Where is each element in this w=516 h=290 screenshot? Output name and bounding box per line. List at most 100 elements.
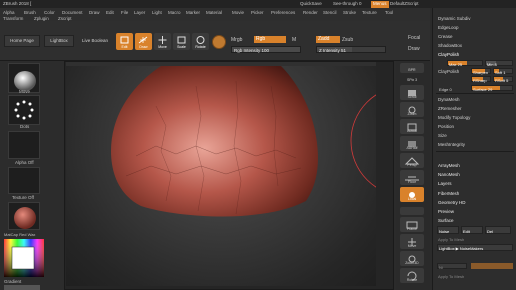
menus-button[interactable]: Menus	[371, 1, 389, 8]
draw-size-label[interactable]: Draw	[408, 47, 420, 52]
sharpen-slider[interactable]: Sharpen	[471, 68, 491, 75]
move-tool-button[interactable]: Move	[154, 33, 171, 50]
alpha-thumbnail[interactable]	[8, 131, 40, 159]
aahalf-button[interactable]: AAHalf	[400, 136, 424, 151]
default-script-button[interactable]: DefaultZScript	[390, 1, 419, 7]
actual-button[interactable]: Actual	[400, 119, 424, 134]
zsub-toggle[interactable]: Zsub	[342, 38, 353, 43]
gradient-swatch[interactable]	[4, 285, 40, 290]
menu-brush[interactable]: Brush	[24, 10, 36, 15]
m-toggle[interactable]: M	[292, 38, 296, 43]
menu-draw[interactable]: Draw	[89, 10, 100, 15]
title-bar: ZBrush 2018 [ QuickSave See-through 0 Me…	[0, 0, 516, 8]
matcap-sphere-icon	[14, 207, 36, 229]
ni-slider[interactable]: Ni	[437, 263, 467, 270]
menu-picker[interactable]: Picker	[251, 10, 264, 15]
claypolish-button[interactable]: ClayPolish	[438, 69, 459, 74]
bpr-button[interactable]: BPR	[400, 63, 424, 73]
noise-del-button[interactable]: Del	[485, 226, 511, 234]
zadd-toggle[interactable]: Zadd	[316, 36, 340, 43]
geometry-hd-item[interactable]: Geometry HD	[438, 200, 466, 205]
menu-document[interactable]: Document	[62, 10, 83, 15]
arraymesh-item[interactable]: ArrayMesh	[438, 163, 460, 168]
rotate-view-button[interactable]: Rotate	[400, 268, 424, 283]
frame-button[interactable]: Frame	[400, 217, 424, 232]
menu-movie[interactable]: Movie	[232, 10, 244, 15]
zoom3d-button[interactable]: Zoom3D	[400, 251, 424, 266]
gizmo-button[interactable]	[400, 207, 424, 215]
size-item[interactable]: Size	[438, 133, 447, 138]
edit-tool-button[interactable]: Edit	[116, 33, 133, 50]
lightbox-noisemakers-button[interactable]: LightBox ▶ NoiseMakers	[437, 244, 513, 251]
local-button[interactable]: Local	[400, 187, 424, 202]
surface-slider[interactable]: Surface 29	[471, 85, 513, 92]
home-page-button[interactable]: Home Page	[4, 35, 40, 47]
spix-button[interactable]: SPix 3	[400, 75, 424, 83]
menu-edit[interactable]: Edit	[106, 10, 114, 15]
material-thumbnail[interactable]	[8, 202, 40, 230]
scroll-button[interactable]: Scroll	[400, 85, 424, 100]
rgb-toggle[interactable]: Rgb	[254, 36, 286, 43]
menu-layer[interactable]: Layer	[134, 10, 145, 15]
max-slider[interactable]: Max 25	[447, 60, 483, 67]
menu-macro[interactable]: Macro	[168, 10, 181, 15]
meshintegrity-item[interactable]: MeshIntegrity	[438, 142, 465, 147]
rgb-intensity-slider[interactable]: Rgb Intensity 100	[231, 46, 301, 53]
claypolish-header[interactable]: ClayPolish	[438, 52, 459, 57]
menu-marker[interactable]: Marker	[186, 10, 200, 15]
canvas-viewport[interactable]	[66, 66, 376, 286]
noise-button[interactable]: Noise	[437, 226, 459, 234]
menu-tool[interactable]: Tool	[385, 10, 393, 15]
persp-button[interactable]: Persp	[400, 153, 424, 168]
dynamesh-item[interactable]: DynaMesh	[438, 97, 460, 102]
modify-topology-item[interactable]: Modify Topology	[438, 115, 470, 120]
menu-file[interactable]: File	[121, 10, 128, 15]
floor-button[interactable]: Floor	[400, 170, 424, 185]
menu-render[interactable]: Render	[303, 10, 318, 15]
rsoft-slider[interactable]: RSoft 5	[493, 76, 513, 83]
rsharp-slider[interactable]: RSharp	[471, 76, 491, 83]
crease-item[interactable]: Crease	[438, 34, 453, 39]
material-swatch[interactable]	[212, 35, 226, 49]
stroke-thumbnail[interactable]	[8, 95, 40, 125]
scale-tool-button[interactable]: Scale	[173, 33, 190, 50]
fibermesh-item[interactable]: FiberMesh	[438, 191, 459, 196]
menu-material[interactable]: Material	[206, 10, 222, 15]
edge-slider[interactable]: Edge 0	[437, 85, 463, 92]
nanomesh-item[interactable]: NanoMesh	[438, 172, 460, 177]
layers-item[interactable]: Layers	[438, 181, 452, 186]
tool-palette: Dynamic Subdiv EdgeLoop Crease ShadowBox…	[432, 8, 516, 290]
soft-slider[interactable]: Soft 1	[493, 68, 513, 75]
menu-alpha[interactable]: Alpha	[3, 10, 15, 15]
menu-texture[interactable]: Texture	[362, 10, 377, 15]
lightbox-button[interactable]: LightBox	[44, 35, 74, 47]
menu-color[interactable]: Color	[44, 10, 55, 15]
zremesher-item[interactable]: ZRemesher	[438, 106, 462, 111]
preview-item[interactable]: Preview	[438, 209, 454, 214]
focal-shift-label[interactable]: Focal	[408, 36, 420, 41]
mrgb-toggle[interactable]: Mrgb	[231, 38, 242, 43]
color-picker[interactable]	[4, 239, 44, 277]
menu-stencil[interactable]: Stencil	[323, 10, 337, 15]
quicksave-button[interactable]: QuickSave	[300, 1, 322, 7]
texture-thumbnail[interactable]	[8, 167, 40, 194]
position-item[interactable]: Position	[438, 124, 454, 129]
edgeloop-item[interactable]: EdgeLoop	[438, 25, 459, 30]
menu-preferences[interactable]: Preferences	[271, 10, 295, 15]
stroke-label: Dots	[20, 124, 30, 129]
z-intensity-slider[interactable]: Z Intensity 51	[316, 46, 386, 53]
draw-tool-button[interactable]: Draw	[135, 33, 152, 50]
seethrough-slider[interactable]: See-through 0	[333, 1, 362, 7]
move-view-button[interactable]: Move	[400, 234, 424, 249]
dynamic-subdiv-item[interactable]: Dynamic Subdiv	[438, 16, 471, 21]
noise-strength-slider[interactable]	[471, 263, 513, 269]
zoom-button[interactable]: Zoom	[400, 102, 424, 117]
menu-stroke[interactable]: Stroke	[343, 10, 356, 15]
min-slider[interactable]: Min 8	[485, 60, 513, 67]
noise-edit-button[interactable]: Edit	[461, 226, 483, 234]
rotate-tool-button[interactable]: Rotate	[192, 33, 209, 50]
surface-item[interactable]: Surface	[438, 218, 454, 223]
menu-light[interactable]: Light	[152, 10, 162, 15]
shadowbox-item[interactable]: ShadowBox	[438, 43, 462, 48]
live-boolean-button[interactable]: Live Boolean	[78, 35, 112, 47]
